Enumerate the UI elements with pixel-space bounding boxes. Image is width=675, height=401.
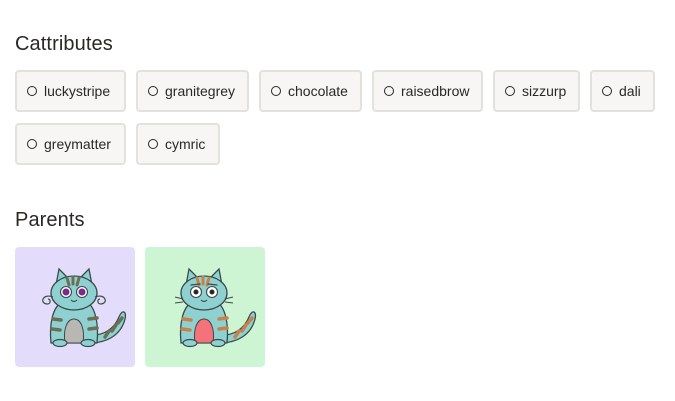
- cattribute-label: cymric: [165, 136, 206, 152]
- parent-card-2[interactable]: [145, 247, 265, 367]
- radio-circle-icon: [148, 139, 158, 149]
- cattribute-label: raisedbrow: [401, 83, 470, 99]
- parents-heading: Parents: [15, 209, 85, 231]
- cattribute-chip-dali[interactable]: dali: [590, 70, 655, 112]
- cattribute-chip-sizzurp[interactable]: sizzurp: [493, 70, 580, 112]
- radio-circle-icon: [27, 86, 37, 96]
- kitty-image-2: [174, 267, 257, 348]
- kitty-image-1: [42, 267, 127, 348]
- cattributes-heading: Cattributes: [15, 33, 113, 55]
- parent-card-1[interactable]: [15, 247, 135, 367]
- cattribute-chip-greymatter[interactable]: greymatter: [15, 123, 126, 165]
- cattribute-chip-luckystripe[interactable]: luckystripe: [15, 70, 126, 112]
- cattribute-label: luckystripe: [44, 83, 111, 99]
- radio-circle-icon: [27, 139, 37, 149]
- cattribute-chip-granitegrey[interactable]: granitegrey: [136, 70, 249, 112]
- cattribute-label: chocolate: [288, 83, 348, 99]
- radio-circle-icon: [148, 86, 158, 96]
- radio-circle-icon: [505, 86, 515, 96]
- radio-circle-icon: [384, 86, 394, 96]
- cattribute-label: sizzurp: [522, 83, 567, 99]
- cattribute-chip-cymric[interactable]: cymric: [136, 123, 220, 165]
- cattribute-label: dali: [619, 83, 641, 99]
- radio-circle-icon: [271, 86, 281, 96]
- cattribute-label: granitegrey: [165, 83, 236, 99]
- cattribute-chip-chocolate[interactable]: chocolate: [259, 70, 362, 112]
- cattribute-label: greymatter: [44, 136, 111, 152]
- cattribute-chip-raisedbrow[interactable]: raisedbrow: [372, 70, 483, 112]
- radio-circle-icon: [602, 86, 612, 96]
